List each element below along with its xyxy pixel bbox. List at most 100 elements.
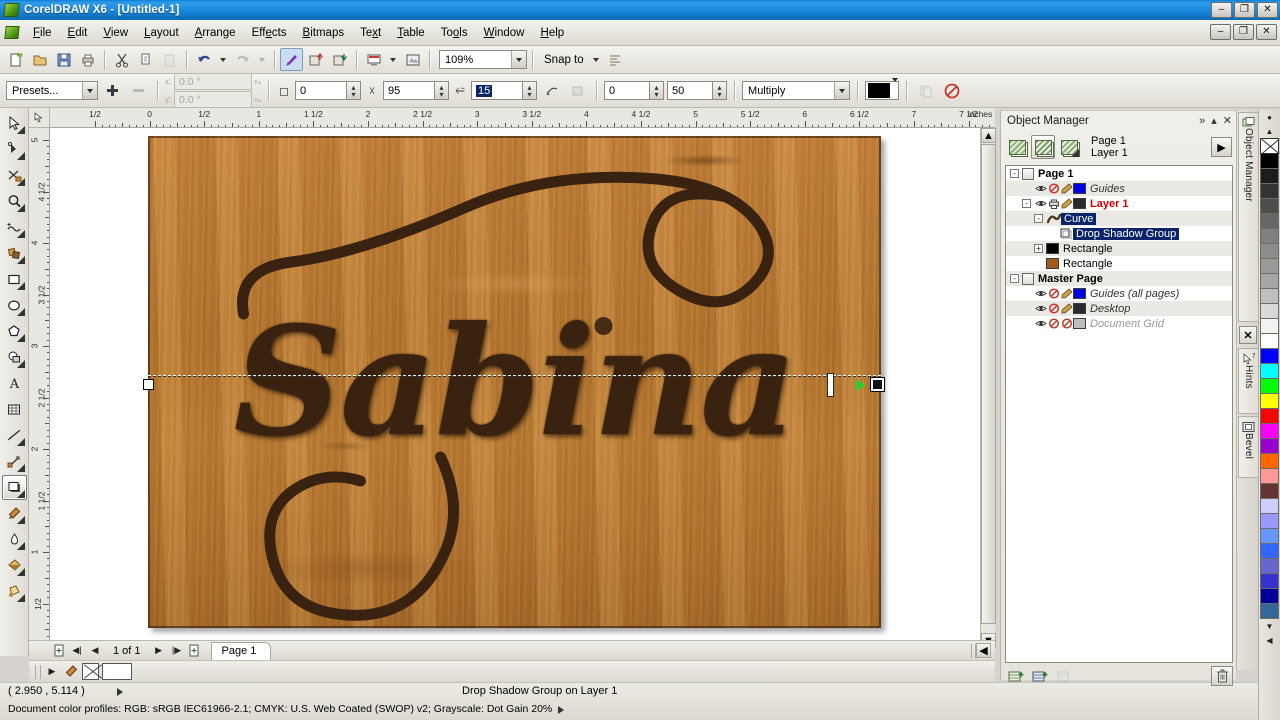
smart-fill-tool-icon[interactable]	[2, 241, 27, 266]
close-button[interactable]: ✕	[1257, 2, 1278, 18]
vertical-ruler[interactable]: 54 1/243 1/232 1/221 1/211/2inches	[29, 128, 50, 648]
table-tool-icon[interactable]	[2, 397, 27, 422]
palette-color-swatch[interactable]	[1260, 184, 1279, 199]
presets-dropdown-icon[interactable]	[82, 82, 97, 99]
menu-item-file[interactable]: File	[25, 24, 60, 42]
palette-color-swatch[interactable]	[1260, 604, 1279, 619]
outline-tool-icon[interactable]	[2, 527, 27, 552]
docker-close-icon[interactable]: ✕	[1223, 114, 1232, 127]
palette-color-swatch[interactable]	[1260, 484, 1279, 499]
visibility-eye-icon[interactable]	[1034, 303, 1047, 314]
menu-item-bitmaps[interactable]: Bitmaps	[295, 24, 353, 42]
palette-color-swatch[interactable]	[1260, 259, 1279, 274]
zoom-level-combo[interactable]: 109%	[439, 50, 527, 69]
pick-tool-icon[interactable]	[2, 111, 27, 136]
doc-close-button[interactable]: ✕	[1256, 24, 1277, 40]
menu-item-effects[interactable]: Effects	[244, 24, 295, 42]
shadow-end-handle[interactable]	[871, 378, 884, 391]
tree-expander-icon[interactable]: -	[1010, 169, 1019, 178]
horizontal-ruler[interactable]: 1/2 0 1/2 1 1 1/2 2 2 1/2 3 3 1/2 4 4 1/2 5 5 1/2 6 6 …	[50, 108, 995, 128]
no-fill-swatch[interactable]	[82, 663, 99, 680]
shadow-fade-spinner[interactable]: ▴ ▾	[650, 81, 665, 100]
shadow-color-picker[interactable]	[865, 78, 900, 100]
layer-manager-view-icon[interactable]	[1057, 135, 1081, 159]
import-icon[interactable]	[304, 48, 327, 71]
fill-tool-icon[interactable]	[2, 553, 27, 578]
layer-color-swatch[interactable]	[1073, 183, 1086, 194]
undo-dropdown-icon[interactable]	[220, 57, 226, 62]
vertical-scroll-thumb[interactable]	[981, 144, 996, 624]
interactive-fill-tool-icon[interactable]	[2, 579, 27, 604]
palette-color-swatch[interactable]	[1260, 424, 1279, 439]
page-tab-1[interactable]: Page 1	[210, 641, 272, 660]
palette-color-swatch[interactable]	[1260, 214, 1279, 229]
snap-to-dropdown-icon[interactable]	[592, 57, 599, 62]
palette-grip[interactable]: ●	[1261, 110, 1279, 124]
visibility-eye-icon[interactable]	[1034, 198, 1047, 209]
menu-item-arrange[interactable]: Arrange	[187, 24, 244, 42]
add-page-before-icon[interactable]	[51, 643, 67, 659]
presets-combo[interactable]: Presets...	[6, 81, 98, 100]
add-page-after-icon[interactable]	[187, 643, 203, 659]
shadow-offset-field[interactable]: 0	[295, 81, 348, 100]
text-tool-icon[interactable]: A	[2, 371, 27, 396]
clear-effect-icon[interactable]	[940, 79, 963, 102]
palette-color-swatch[interactable]	[1260, 199, 1279, 214]
palette-color-swatch[interactable]	[1260, 394, 1279, 409]
ruler-origin-corner[interactable]	[29, 108, 50, 128]
merge-mode-dropdown-icon[interactable]	[834, 82, 850, 99]
export-icon[interactable]	[328, 48, 351, 71]
object-manager-tree[interactable]: - Page 1 Guides - Layer 1 - Curve Drop Shadow G…	[1005, 165, 1233, 663]
palette-color-swatch[interactable]	[1260, 469, 1279, 484]
undo-icon[interactable]	[192, 48, 215, 71]
palette-color-swatch[interactable]	[1260, 544, 1279, 559]
printable-icon[interactable]	[1047, 183, 1060, 194]
hscroll-left-icon[interactable]: ◀	[976, 643, 991, 658]
connector-tool-icon[interactable]	[2, 449, 27, 474]
eyedropper-tool-icon[interactable]	[2, 501, 27, 526]
add-preset-icon[interactable]	[101, 79, 124, 102]
new-layer-icon[interactable]	[1005, 666, 1027, 686]
selection-handle-start[interactable]	[143, 379, 154, 390]
menu-item-edit[interactable]: Edit	[60, 24, 96, 42]
freehand-tool-icon[interactable]	[2, 215, 27, 240]
object-tree-row[interactable]: Drop Shadow Group	[1006, 226, 1232, 241]
shadow-color-dropdown-icon[interactable]	[892, 78, 899, 99]
document-page[interactable]: Sabina	[148, 136, 881, 628]
object-tree-row[interactable]: - Page 1	[1006, 166, 1232, 181]
edit-across-layers-icon[interactable]	[1031, 135, 1055, 159]
object-tree-row[interactable]: Guides (all pages)	[1006, 286, 1232, 301]
previous-page-icon[interactable]: ◀	[87, 643, 103, 659]
menu-item-tools[interactable]: Tools	[433, 24, 476, 42]
shadow-offset-marker[interactable]	[827, 373, 834, 397]
editable-pen-icon[interactable]	[1060, 183, 1073, 194]
cut-icon[interactable]	[110, 48, 133, 71]
vertical-scrollbar[interactable]: ▲ ▼	[980, 128, 996, 648]
printable-icon[interactable]	[1047, 318, 1060, 329]
new-document-icon[interactable]	[4, 48, 27, 71]
restore-button[interactable]: ❐	[1234, 2, 1255, 18]
palette-color-swatch[interactable]	[1260, 274, 1279, 289]
palette-color-swatch[interactable]	[1260, 334, 1279, 349]
palette-color-swatch[interactable]	[1260, 529, 1279, 544]
shadow-offset-spinner[interactable]: ▴ ▾	[347, 81, 362, 100]
palette-color-swatch[interactable]	[1260, 154, 1279, 169]
zoom-dropdown-icon[interactable]	[511, 51, 526, 68]
shadow-feathering-field[interactable]: 15	[471, 81, 524, 100]
menu-item-help[interactable]: Help	[533, 24, 573, 42]
scroll-up-icon[interactable]: ▲	[981, 128, 996, 143]
doc-restore-button[interactable]: ❐	[1233, 24, 1254, 40]
shadow-feathering-spinner[interactable]: ▴ ▾	[523, 81, 538, 100]
palette-color-swatch[interactable]	[1260, 439, 1279, 454]
printable-icon[interactable]	[1047, 303, 1060, 314]
shadow-stretch-spinner[interactable]: ▴ ▾	[713, 81, 728, 100]
object-tree-row[interactable]: Guides	[1006, 181, 1232, 196]
editable-pen-icon[interactable]	[1060, 288, 1073, 299]
menu-item-layout[interactable]: Layout	[136, 24, 187, 42]
colorbar-grip[interactable]	[35, 664, 41, 679]
tree-expander-icon[interactable]: -	[1034, 214, 1043, 223]
options-icon[interactable]	[604, 48, 627, 71]
show-object-properties-icon[interactable]	[1005, 135, 1029, 159]
visibility-eye-icon[interactable]	[1034, 183, 1047, 194]
editable-pen-icon[interactable]	[1060, 198, 1073, 209]
